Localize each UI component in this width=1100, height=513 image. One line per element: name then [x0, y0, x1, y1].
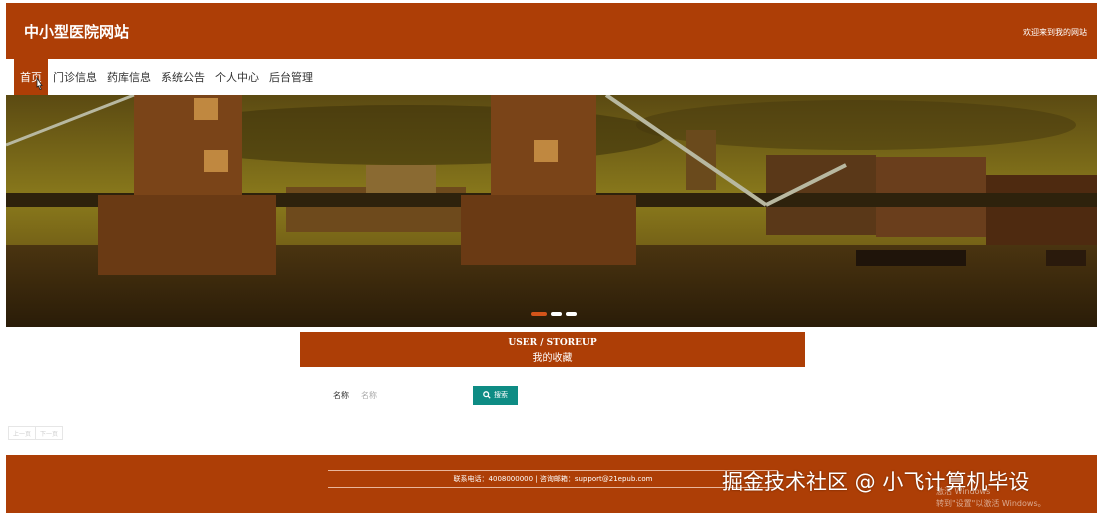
search-label: 名称 [333, 390, 349, 400]
nav-item-label: 门诊信息 [53, 71, 97, 84]
next-page-button[interactable]: 下一页 [36, 426, 64, 440]
banner-image [6, 95, 1097, 327]
search-form: 名称 搜索 [333, 385, 518, 405]
nav-item-pharmacy[interactable]: 药库信息 [102, 59, 156, 95]
nav-item-home[interactable]: 首页 [14, 59, 48, 95]
welcome-text: 欢迎来到我的网站 [1023, 28, 1087, 37]
nav-item-profile[interactable]: 个人中心 [210, 59, 264, 95]
footer-divider [328, 487, 778, 488]
site-title: 中小型医院网站 [24, 23, 130, 41]
nav-item-label: 后台管理 [269, 71, 313, 84]
activation-line: 转到"设置"以激活 Windows。 [936, 499, 1046, 508]
site-header: 中小型医院网站 欢迎来到我的网站 [6, 3, 1097, 59]
watermark-text: 掘金技术社区 @ 小飞计算机毕设 [722, 470, 1030, 494]
search-button[interactable]: 搜索 [473, 385, 518, 405]
carousel-dot[interactable] [531, 312, 547, 316]
banner-carousel[interactable] [6, 95, 1097, 327]
nav-item-label: 药库信息 [107, 71, 151, 84]
main-nav: 首页 门诊信息 药库信息 系统公告 个人中心 后台管理 [6, 59, 1097, 95]
nav-item-admin[interactable]: 后台管理 [264, 59, 318, 95]
carousel-dot[interactable] [566, 312, 577, 316]
nav-item-label: 系统公告 [161, 71, 205, 84]
mouse-pointer-icon [36, 77, 43, 91]
footer-divider [328, 470, 778, 471]
footer-contact: 联系电话：4008000000 | 咨询邮箱：support@21epub.co… [453, 475, 653, 483]
section-title-cn: 我的收藏 [532, 353, 573, 364]
carousel-dot[interactable] [551, 312, 562, 316]
carousel-indicators [531, 312, 577, 316]
nav-item-announcements[interactable]: 系统公告 [156, 59, 210, 95]
prev-page-button[interactable]: 上一页 [8, 426, 37, 440]
section-title-en: USER / STOREUP [508, 338, 597, 348]
pagination: 上一页 下一页 [8, 426, 64, 440]
search-icon [483, 391, 491, 399]
search-button-label: 搜索 [494, 391, 508, 399]
section-title-box: USER / STOREUP 我的收藏 [300, 332, 805, 367]
nav-item-clinic[interactable]: 门诊信息 [48, 59, 102, 95]
search-input[interactable] [357, 386, 473, 404]
nav-item-label: 个人中心 [215, 71, 259, 84]
